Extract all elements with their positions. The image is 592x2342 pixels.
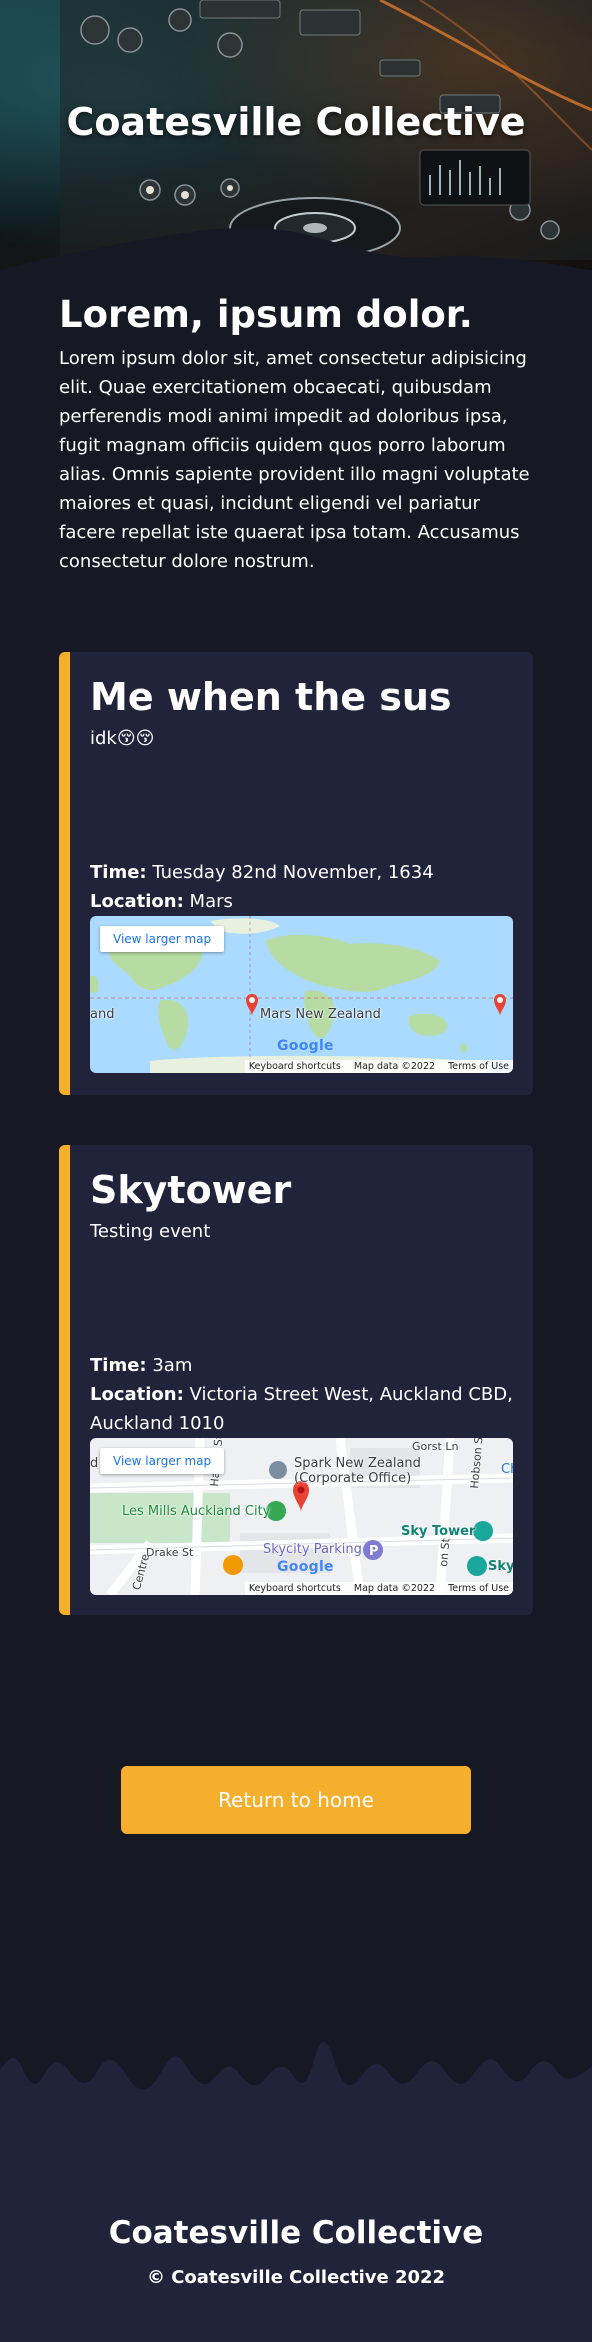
spark-sub-label: (Corporate Office) [294,1471,412,1486]
poi-office-icon [269,1461,287,1479]
view-larger-map-button[interactable]: View larger map [100,1448,225,1474]
terms-of-use-link[interactable]: Terms of Use [448,1583,509,1594]
site-title: Coatesville Collective [66,100,526,144]
sky-tower-icon [473,1521,493,1541]
google-logo: Google [277,1038,334,1054]
map-data-text: Map data ©2022 [353,1061,436,1072]
view-larger-map-button[interactable]: View larger map [100,926,225,952]
location-label: Location: [90,1384,184,1405]
map-attribution: Keyboard shortcuts Map data ©2022 Terms … [244,1060,513,1073]
keyboard-shortcuts-link[interactable]: Keyboard shortcuts [249,1061,341,1072]
location-label: Location: [90,891,184,912]
event-description: Testing event [90,1221,211,1242]
event-time: Time: 3am [90,1351,520,1380]
location-value: Mars [189,891,233,912]
keyboard-shortcuts-link[interactable]: Keyboard shortcuts [249,1583,341,1594]
event-description: idk😚😚 [90,728,155,749]
map-data-text: Map data ©2022 [353,1583,436,1594]
map-edge-label: d [90,1456,99,1471]
event-card: Skytower Testing event Time: 3am Locatio… [59,1145,533,1615]
event-location: Location: Mars [90,887,520,916]
google-logo: Google [277,1559,334,1575]
event-location: Location: Victoria Street West, Auckland… [90,1380,520,1438]
intro-section: Lorem, ipsum dolor. Lorem ipsum dolor si… [59,292,533,576]
footer-copyright: © Coatesville Collective 2022 [146,2267,446,2288]
poi-icon [467,1556,487,1576]
site-footer: Coatesville Collective © Coatesville Col… [0,2120,592,2342]
gorst-ln-label: Gorst Ln [412,1440,459,1453]
event-map[interactable]: and Mars New Zealand View larger map Goo… [90,916,513,1073]
event-details: Time: 3am Location: Victoria Street West… [90,1351,520,1438]
map-edge-label: and [90,1007,115,1022]
drake-st-label: Drake St [146,1546,194,1559]
les-mills-label: Les Mills Auckland City [122,1504,271,1519]
intro-paragraph: Lorem ipsum dolor sit, amet consectetur … [59,348,530,572]
time-value: Tuesday 82nd November, 1634 [152,862,434,883]
map-place-label: Mars New Zealand [260,1007,381,1022]
skycity-parking-label: Skycity Parking [263,1542,362,1557]
event-map[interactable]: P d Spark New Zealand (Corporate Office)… [90,1438,513,1595]
time-label: Time: [90,862,147,883]
bar-icon [223,1555,243,1575]
time-value: 3am [152,1355,193,1376]
map-attribution: Keyboard shortcuts Map data ©2022 Terms … [244,1582,513,1595]
hero-wave-divider [0,227,592,300]
svg-text:P: P [369,1544,379,1559]
on-st-label: on St [437,1537,453,1568]
time-label: Time: [90,1355,147,1376]
terms-of-use-link[interactable]: Terms of Use [448,1061,509,1072]
event-card: Me when the sus idk😚😚 Time: Tuesday 82nd… [59,652,533,1095]
sky-label: Sky [488,1559,513,1574]
spark-label: Spark New Zealand [294,1456,421,1471]
ch-label: Ch [501,1462,513,1477]
return-to-home-button[interactable]: Return to home [121,1766,471,1834]
footer-wave-divider [0,2041,592,2122]
hero-banner: Coatesville Collective [0,0,592,300]
event-title: Skytower [90,1168,292,1212]
event-time: Time: Tuesday 82nd November, 1634 [90,858,520,887]
event-title: Me when the sus [90,675,452,719]
event-details: Time: Tuesday 82nd November, 1634 Locati… [90,858,520,916]
sky-tower-label: Sky Tower [401,1524,476,1539]
footer-title: Coatesville Collective [108,2215,484,2251]
intro-heading: Lorem, ipsum dolor. [59,293,473,336]
